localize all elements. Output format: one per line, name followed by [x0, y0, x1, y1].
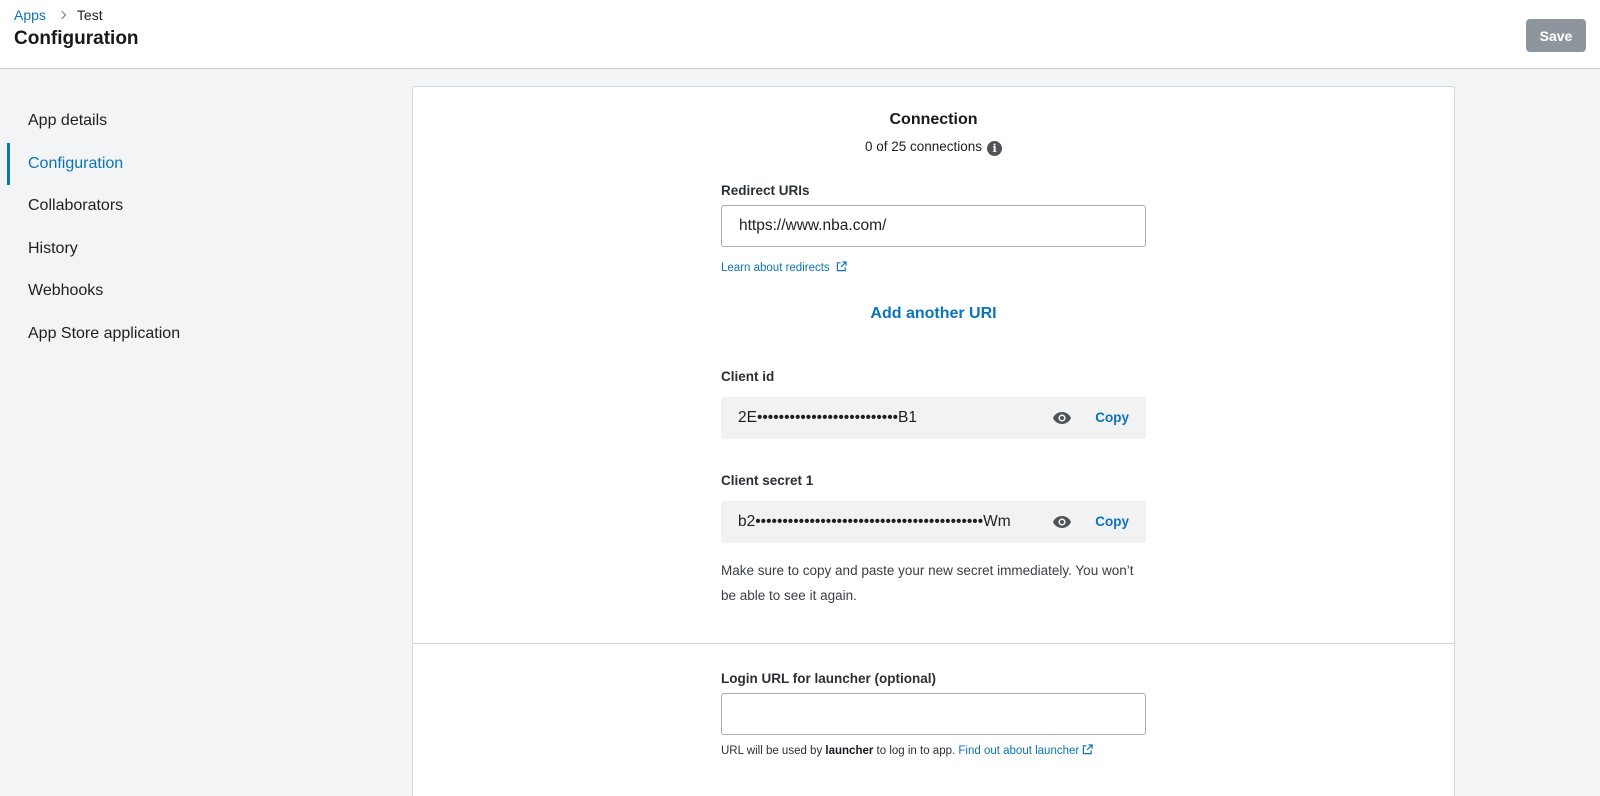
- external-link-icon[interactable]: [1082, 744, 1093, 755]
- sidebar-item-label: App details: [28, 112, 108, 130]
- login-url-input[interactable]: [721, 693, 1146, 735]
- find-out-about-launcher-link[interactable]: Find out about launcher: [958, 745, 1079, 757]
- secret-note: Make sure to copy and paste your new sec…: [721, 563, 1134, 603]
- configuration-card: Connection 0 of 25 connections i Redirect…: [412, 86, 1455, 796]
- learn-about-redirects: Learn about redirects: [721, 261, 847, 274]
- sidebar-item-app-store-application[interactable]: App Store application: [0, 313, 300, 356]
- sidebar-item-history[interactable]: History: [0, 228, 300, 271]
- client-id-field: 2E••••••••••••••••••••••••••B1 Copy: [721, 397, 1146, 439]
- login-url-label: Login URL for launcher (optional): [721, 671, 936, 686]
- breadcrumb-current: Test: [76, 7, 103, 23]
- eye-icon[interactable]: [1052, 410, 1072, 426]
- client-secret-label: Client secret 1: [721, 473, 814, 488]
- sidebar-item-label: Collaborators: [28, 197, 124, 215]
- sidebar-item-app-details[interactable]: App details: [0, 100, 300, 143]
- sidebar-item-label: App Store application: [28, 324, 181, 342]
- launcher-help-suffix: to log in to app.: [873, 745, 959, 757]
- sidebar-item-label: Configuration: [28, 154, 124, 172]
- chevron-right-icon: [57, 10, 67, 20]
- sidebar-item-configuration[interactable]: Configuration: [0, 142, 300, 186]
- sidebar-nav: App details Configuration Collaborators …: [0, 100, 300, 355]
- sidebar-item-label: Webhooks: [28, 282, 104, 300]
- connection-count: 0 of 25 connections i: [413, 139, 1454, 156]
- external-link-icon[interactable]: [836, 261, 847, 272]
- learn-about-redirects-link[interactable]: Learn about redirects: [721, 262, 830, 274]
- client-id-value: 2E••••••••••••••••••••••••••B1: [738, 409, 918, 426]
- client-id-label: Client id: [721, 369, 775, 384]
- client-secret-value: b2••••••••••••••••••••••••••••••••••••••…: [738, 513, 1011, 530]
- sidebar-item-collaborators[interactable]: Collaborators: [0, 185, 300, 228]
- info-icon[interactable]: i: [987, 141, 1003, 156]
- section-divider: [413, 643, 1454, 644]
- launcher-help-bold: launcher: [825, 745, 874, 757]
- launcher-help-prefix: URL will be used by: [721, 745, 826, 757]
- sidebar-item-webhooks[interactable]: Webhooks: [0, 270, 300, 313]
- copy-client-id-button[interactable]: Copy: [1095, 410, 1129, 425]
- eye-icon[interactable]: [1052, 514, 1072, 530]
- connection-title: Connection: [889, 111, 978, 128]
- add-another-uri-button[interactable]: Add another URI: [413, 305, 1454, 323]
- redirect-uris-label: Redirect URIs: [721, 183, 810, 198]
- copy-client-secret-button[interactable]: Copy: [1095, 514, 1129, 529]
- page-header: Apps Test Configuration Save: [0, 0, 1600, 69]
- breadcrumb: Apps Test: [14, 7, 103, 23]
- page-title: Configuration: [14, 28, 139, 49]
- launcher-help-text: URL will be used by launcher to log in t…: [721, 744, 1093, 757]
- breadcrumb-apps-link[interactable]: Apps: [14, 7, 46, 23]
- redirect-uri-input[interactable]: [721, 205, 1146, 247]
- connection-count-text: 0 of 25 connections: [864, 139, 983, 154]
- save-button[interactable]: Save: [1526, 19, 1586, 52]
- sidebar-item-label: History: [28, 239, 78, 257]
- client-secret-field: b2••••••••••••••••••••••••••••••••••••••…: [721, 501, 1146, 543]
